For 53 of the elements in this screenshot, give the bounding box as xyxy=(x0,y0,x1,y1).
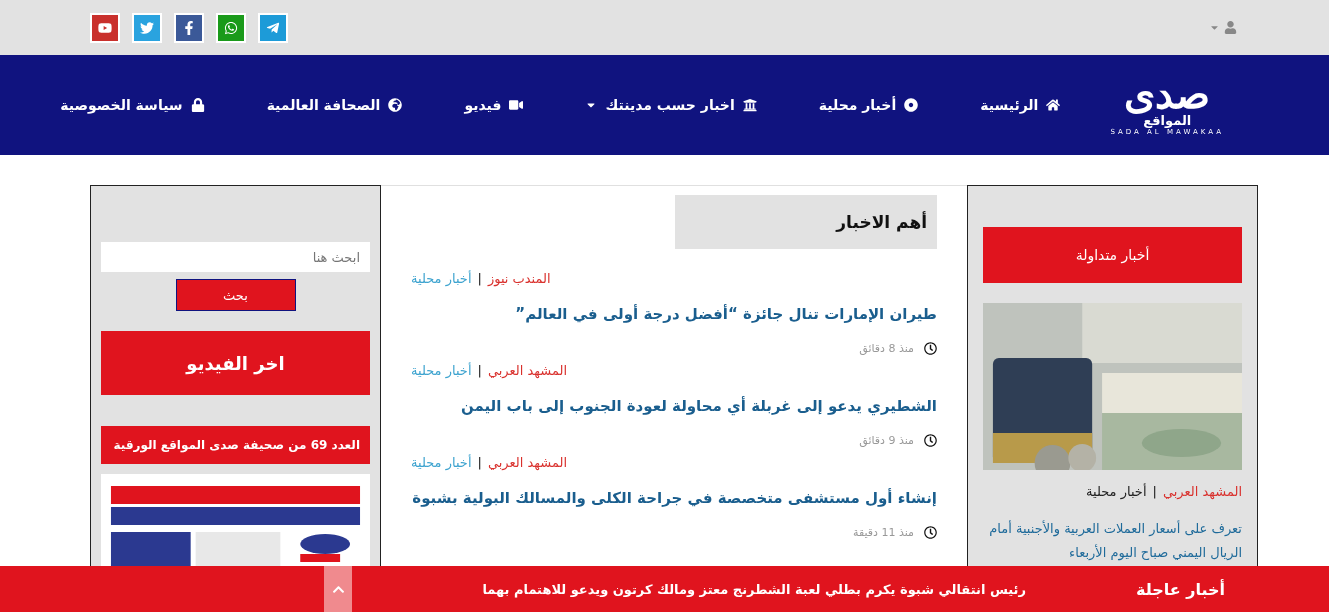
facebook-icon xyxy=(182,20,196,35)
nav-item[interactable]: الرئيسية xyxy=(980,97,1061,113)
separator: | xyxy=(477,271,482,286)
globe-icon xyxy=(388,98,403,112)
source-link[interactable]: المندب نيوز xyxy=(487,271,551,286)
separator: | xyxy=(1152,484,1157,499)
news-title[interactable]: تعرف على أسعار العملات العربية والأجنبية أمام الريال اليمني صباح اليوم الأربعاء xyxy=(983,517,1242,565)
news-title[interactable]: الشطيري يدعو إلى غربلة أي محاولة لعودة الجنوب إلى باب اليمن xyxy=(411,394,937,418)
target-icon xyxy=(904,98,919,112)
youtube-button[interactable] xyxy=(90,12,120,43)
nav-item[interactable]: فيديو xyxy=(464,97,524,113)
news-title[interactable]: إنشاء أول مستشفى متخصصة في جراحة الكلى والمسالك البولية بشبوة xyxy=(411,486,937,510)
whatsapp-button[interactable] xyxy=(216,12,246,43)
nav-item[interactable]: سياسة الخصوصية xyxy=(60,97,205,113)
nav-item[interactable]: اخبار حسب مدينتك xyxy=(585,97,757,113)
separator: | xyxy=(477,363,482,378)
video-icon xyxy=(509,98,524,112)
source-link[interactable]: المشهد العربي xyxy=(1162,484,1242,499)
news-time: منذ 9 دقائق xyxy=(859,434,914,447)
home-icon xyxy=(1046,98,1061,112)
facebook-button[interactable] xyxy=(174,12,204,43)
news-time: منذ 11 دقيقة xyxy=(853,526,914,539)
twitter-button[interactable] xyxy=(132,12,162,43)
news-time: منذ 8 دقائق xyxy=(859,342,914,355)
youtube-icon xyxy=(98,20,112,35)
clock-icon xyxy=(924,342,937,355)
search-button[interactable]: بحث xyxy=(175,279,296,311)
section-heading: أخبار متداولة xyxy=(983,227,1242,283)
clock-icon xyxy=(924,434,937,447)
scroll-top-button[interactable] xyxy=(324,566,353,612)
section-heading: أهم الاخبار xyxy=(675,195,937,249)
clock-icon xyxy=(924,526,937,539)
whatsapp-icon xyxy=(224,20,238,35)
nav-item[interactable]: أخبار محلية xyxy=(818,97,919,113)
category-link[interactable]: أخبار محلية xyxy=(1086,484,1147,499)
logo-name[interactable]: صدى xyxy=(1124,74,1211,114)
source-link[interactable]: المشهد العربي xyxy=(487,455,567,470)
logo-subtitle: المواقع xyxy=(1143,114,1192,128)
nav-item[interactable]: الصحافة العالمية xyxy=(266,97,403,113)
user-icon[interactable] xyxy=(1224,21,1237,34)
twitter-icon xyxy=(140,20,154,35)
lock-icon xyxy=(190,98,205,112)
telegram-icon xyxy=(266,20,280,35)
video-heading: اخر الفيديو xyxy=(101,331,370,395)
breaking-label: أخبار عاجلة xyxy=(1135,579,1225,599)
news-title[interactable]: طيران الإمارات تنال جائزة “أفضل درجة أولى في العالم” xyxy=(411,302,937,326)
telegram-button[interactable] xyxy=(258,12,288,43)
bank-icon xyxy=(742,98,757,112)
separator: | xyxy=(477,455,482,470)
newspaper-heading: العدد 69 من صحيفة صدى المواقع الورقية xyxy=(101,426,370,464)
breaking-news-text[interactable]: رئيس انتقالي شبوة يكرم بطلي لعبة الشطرنج معتز ومالك كرتون ويدعو للاهتمام بهما xyxy=(482,581,1026,597)
search-field[interactable]: ابحث هنا xyxy=(101,242,370,272)
source-link[interactable]: المشهد العربي xyxy=(487,363,567,378)
